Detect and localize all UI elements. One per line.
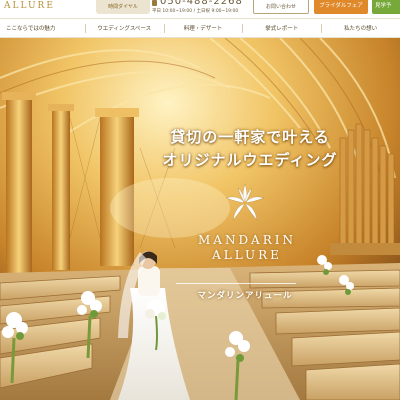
- site-header: ALLURE 時間ダイヤル 050-488-2268 平日 10:00~19:0…: [0, 0, 400, 18]
- nav-item-our-thoughts[interactable]: 私たちの想い: [321, 19, 400, 37]
- nav-item-ceremony-report[interactable]: 挙式レポート: [242, 19, 321, 37]
- nav-item-wedding-space[interactable]: ウエディングスペース: [84, 19, 164, 37]
- nav-item-cuisine[interactable]: 料理・デザート: [163, 19, 243, 37]
- nav-item-appeal[interactable]: ここならではの魅力: [0, 19, 85, 37]
- visit-reservation-button[interactable]: 見学予: [372, 0, 400, 14]
- lily-logo-icon: [225, 183, 265, 221]
- main-nav: ここならではの魅力 ウエディングスペース 料理・デザート 挙式レポート 私たちの…: [0, 18, 400, 38]
- phone-hours: 平日 10:00~19:00 / 土日祝 9:00~19:00: [152, 9, 239, 14]
- site-logo[interactable]: ALLURE: [4, 1, 55, 11]
- phone-icon: [152, 0, 157, 6]
- inquiry-button[interactable]: お問い合わせ: [253, 0, 309, 14]
- brand-kana: マンダリンアリュール: [197, 291, 293, 301]
- brand-name: MANDARIN ALLURE: [182, 233, 312, 263]
- hero-headline-line1: 貸切の一軒家で叶える: [170, 128, 330, 146]
- hero-headline-line2: オリジナルウエディング: [162, 151, 338, 169]
- phone-number[interactable]: 050-488-2268: [160, 0, 243, 7]
- hero-section: 貸切の一軒家で叶える オリジナルウエディング MANDARIN ALLURE マ…: [0, 38, 400, 400]
- chapel-photo: [0, 38, 400, 400]
- brand-name-line2: ALLURE: [212, 248, 282, 262]
- phone-block[interactable]: 050-488-2268 平日 10:00~19:00 / 土日祝 9:00~1…: [150, 0, 250, 17]
- hours-button[interactable]: 時間ダイヤル: [96, 0, 150, 14]
- brand-divider: [176, 283, 296, 284]
- bridal-fair-button[interactable]: ブライダルフェア: [314, 0, 368, 14]
- brand-name-line1: MANDARIN: [197, 233, 296, 247]
